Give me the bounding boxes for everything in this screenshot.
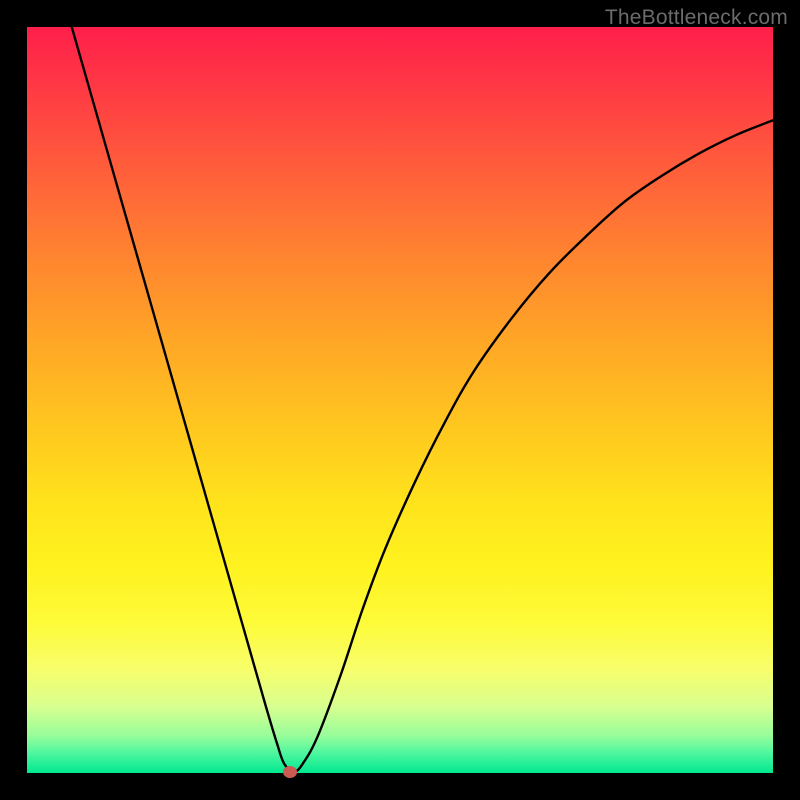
bottleneck-curve	[27, 27, 773, 773]
minimum-marker	[283, 766, 297, 778]
plot-area	[27, 27, 773, 773]
chart-frame: TheBottleneck.com	[0, 0, 800, 800]
watermark-text: TheBottleneck.com	[605, 6, 788, 30]
